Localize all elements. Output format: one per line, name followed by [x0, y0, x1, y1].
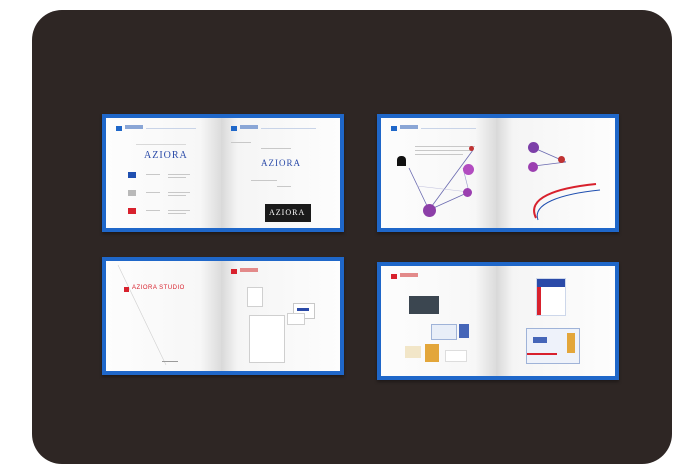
- flow-illustration: [533, 147, 601, 221]
- network-illustration: [408, 149, 474, 211]
- cover-title: AZIORA STUDIO: [132, 285, 185, 291]
- card-mockup: [287, 313, 305, 325]
- banner-mockup: [526, 328, 580, 364]
- cover-mark: [124, 287, 129, 292]
- swatch-caption: [146, 174, 160, 175]
- brochure-page-left: [381, 118, 496, 228]
- swatch-caption: [168, 213, 186, 214]
- swatch-caption: [168, 192, 190, 193]
- color-swatch-red: [128, 208, 136, 214]
- node-circle: [558, 156, 565, 163]
- footer-text: [162, 361, 178, 362]
- brochure-spread-identity: AZIORA AZIORA AZIORA: [102, 114, 344, 232]
- card-mockup: [445, 350, 467, 362]
- logo-wordmark-inverse: AZIORA: [269, 208, 306, 217]
- text-line: [231, 142, 251, 143]
- brochure-page-left: [381, 266, 496, 376]
- divider: [136, 144, 186, 145]
- poster-mockup: [536, 278, 566, 316]
- presentation-board: AZIORA AZIORA AZIORA AZIORA STUDIO: [32, 10, 672, 464]
- node-circle: [423, 204, 436, 217]
- color-swatch-grey: [128, 190, 136, 196]
- swatch-caption: [168, 177, 186, 178]
- brochure-page-right: [496, 266, 615, 376]
- bag-mockup: [425, 344, 439, 362]
- node-circle: [463, 188, 472, 197]
- brochure-page-right: AZIORA AZIORA: [221, 118, 340, 228]
- swatch-caption: [168, 174, 190, 175]
- swatch-caption: [146, 210, 160, 211]
- brochure-mockup: [405, 346, 421, 358]
- brochure-page-left: AZIORA STUDIO: [106, 261, 221, 371]
- swatch-caption: [168, 210, 190, 211]
- document-thumbnail-tall: [249, 315, 285, 363]
- text-line: [277, 186, 291, 187]
- phone-mockup: [459, 324, 469, 338]
- page-header: [231, 125, 321, 132]
- node-circle: [528, 142, 539, 153]
- page-header: [231, 268, 321, 275]
- brochure-spread-illustration: [377, 114, 619, 232]
- color-swatch-blue: [128, 172, 136, 178]
- swatch-caption: [146, 192, 160, 193]
- swatch-caption: [168, 195, 186, 196]
- text-line: [251, 180, 277, 181]
- page-header: [391, 273, 481, 280]
- diagonal-line: [117, 264, 167, 366]
- node-circle: [528, 162, 538, 172]
- document-thumbnail: [247, 287, 263, 307]
- node-circle: [469, 146, 474, 151]
- node-circle: [463, 164, 474, 175]
- brochure-spread-collateral: [377, 262, 619, 380]
- logo-wordmark: AZIORA: [144, 150, 188, 161]
- brochure-page-right: [221, 261, 340, 371]
- page-header: [116, 125, 206, 132]
- brochure-page-left: AZIORA: [106, 118, 221, 228]
- brochure-spread-cover: AZIORA STUDIO: [102, 257, 344, 375]
- dark-card: [409, 296, 439, 314]
- laptop-mockup: [431, 324, 457, 340]
- text-line: [261, 148, 291, 149]
- logo-dark-version: AZIORA: [265, 204, 311, 222]
- logo-wordmark: AZIORA: [261, 158, 301, 168]
- brochure-page-right: [496, 118, 615, 228]
